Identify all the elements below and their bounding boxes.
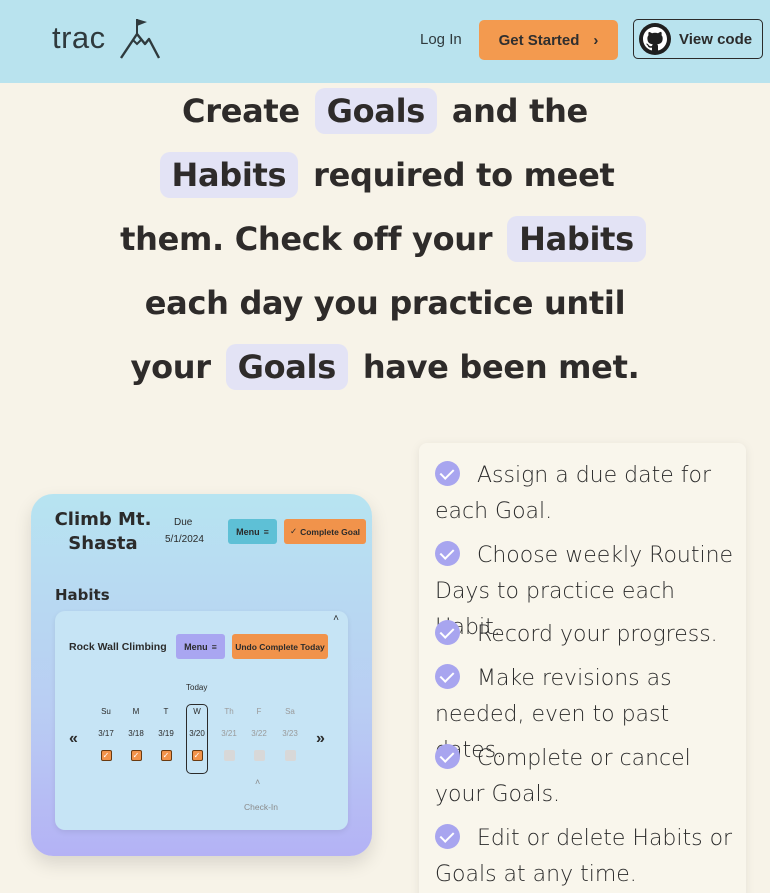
brand-name: trac <box>52 20 106 55</box>
feature-text: Complete or cancel your Goals. <box>435 746 691 807</box>
day-name: Sa <box>285 707 295 716</box>
day-checkbox-disabled <box>284 750 296 761</box>
undo-complete-today-button[interactable]: Undo Complete Today <box>232 634 328 659</box>
hamburger-icon: ≡ <box>211 641 217 652</box>
hero-line-1: Create Goals and the <box>0 88 770 134</box>
habits-heading: Habits <box>55 586 110 604</box>
day-date: 3/23 <box>282 729 298 738</box>
today-label: Today <box>186 683 208 692</box>
feature-item: Record your progress. <box>435 617 740 653</box>
check-circle-icon <box>435 824 460 849</box>
goal-title: Climb Mt. Shasta <box>54 509 152 554</box>
goal-demo-card: Climb Mt. Shasta Due 5/1/2024 Menu ≡ ✓ C… <box>31 494 372 856</box>
day-checkbox-checked[interactable]: ✓ <box>130 750 142 761</box>
features-card: Assign a due date for each Goal. Choose … <box>419 443 746 893</box>
check-circle-icon <box>435 541 460 566</box>
habit-menu-button[interactable]: Menu ≡ <box>176 634 225 659</box>
day-checkbox-checked[interactable]: ✓ <box>160 750 172 761</box>
day-checkbox-disabled <box>223 750 235 761</box>
hero-text: Create <box>182 92 300 130</box>
day-name: Su <box>101 707 111 716</box>
caret-up-icon: ˄ <box>255 777 261 787</box>
feature-item: Assign a due date for each Goal. <box>435 458 740 530</box>
complete-goal-label: Complete Goal <box>300 526 361 537</box>
login-link[interactable]: Log In <box>420 31 462 48</box>
day-date: 3/17 <box>98 729 114 738</box>
view-code-label: View code <box>679 30 753 48</box>
checkmark-icon: ✓ <box>289 526 298 536</box>
day-column: Su 3/17 ✓ <box>96 703 116 761</box>
day-column: W 3/20 ✓ <box>187 703 207 761</box>
due-label: Due <box>174 517 193 528</box>
complete-goal-button[interactable]: ✓ Complete Goal <box>284 519 366 544</box>
hero-text: them. Check off your <box>120 220 493 258</box>
check-circle-icon <box>435 461 460 486</box>
next-week-icon[interactable]: » <box>316 730 325 748</box>
day-name: M <box>132 707 140 716</box>
check-circle-icon <box>435 620 460 645</box>
view-code-button[interactable]: View code <box>633 19 763 59</box>
highlight-habits: Habits <box>507 216 646 262</box>
feature-text: Assign a due date for each Goal. <box>435 463 711 524</box>
highlight-goals: Goals <box>314 88 438 134</box>
day-date: 3/18 <box>128 729 144 738</box>
hero-line-3: them. Check off your Habits <box>0 216 770 262</box>
collapse-caret-icon[interactable]: ˄ <box>333 613 339 624</box>
day-checkbox-checked[interactable]: ✓ <box>100 750 112 761</box>
day-name: T <box>163 707 169 716</box>
hamburger-icon: ≡ <box>263 526 269 537</box>
highlight-habits: Habits <box>159 152 299 198</box>
checkin-label: Check-In <box>244 802 279 812</box>
hero-text: each day you practice until <box>144 284 626 322</box>
day-column: Th 3/21 <box>219 703 239 761</box>
day-date: 3/22 <box>251 729 267 738</box>
goal-menu-button[interactable]: Menu ≡ <box>228 519 277 544</box>
hero-text: required to meet <box>313 156 615 194</box>
check-circle-icon <box>435 664 460 689</box>
day-column: M 3/18 ✓ <box>126 703 146 761</box>
feature-item: Complete or cancel your Goals. <box>435 741 740 813</box>
hero-text: and the <box>451 92 588 130</box>
day-name: W <box>193 707 201 716</box>
prev-week-icon[interactable]: « <box>69 730 78 748</box>
day-column: Sa 3/23 <box>280 703 300 761</box>
day-column: T 3/19 ✓ <box>156 703 176 761</box>
day-date: 3/21 <box>221 729 237 738</box>
hero-line-2: Habits required to meet <box>0 152 770 198</box>
hero-text: your <box>130 348 212 386</box>
hero-line-4: each day you practice until <box>0 284 770 322</box>
day-date: 3/20 <box>189 729 205 738</box>
day-checkbox-checked[interactable]: ✓ <box>191 750 203 761</box>
day-name: Th <box>224 707 234 716</box>
day-date: 3/19 <box>158 729 174 738</box>
feature-item: Edit or delete Habits or Goals at any ti… <box>435 821 740 893</box>
github-icon <box>639 23 671 55</box>
habit-card: ˄ Rock Wall Climbing Menu ≡ Undo Complet… <box>55 611 348 830</box>
hero-line-5: your Goals have been met. <box>0 344 770 390</box>
day-name: F <box>256 707 262 716</box>
feature-text: Edit or delete Habits or Goals at any ti… <box>435 826 733 887</box>
feature-text: Record your progress. <box>477 622 718 647</box>
due-date: 5/1/2024 <box>165 534 204 545</box>
menu-label: Menu <box>236 526 260 537</box>
chevron-right-icon: › <box>593 31 599 49</box>
mountain-flag-icon <box>120 19 161 59</box>
top-nav: trac Log In Get Started › View code <box>0 0 770 83</box>
check-circle-icon <box>435 744 460 769</box>
get-started-label: Get Started <box>498 31 580 49</box>
highlight-goals: Goals <box>225 344 348 390</box>
day-column: F 3/22 <box>249 703 269 761</box>
hero-text: have been met. <box>362 348 640 386</box>
brand-logo[interactable]: trac <box>52 19 161 59</box>
day-checkbox-disabled <box>253 750 265 761</box>
menu-label: Menu <box>184 641 208 652</box>
habit-name: Rock Wall Climbing <box>69 641 167 653</box>
get-started-button[interactable]: Get Started › <box>479 20 618 60</box>
